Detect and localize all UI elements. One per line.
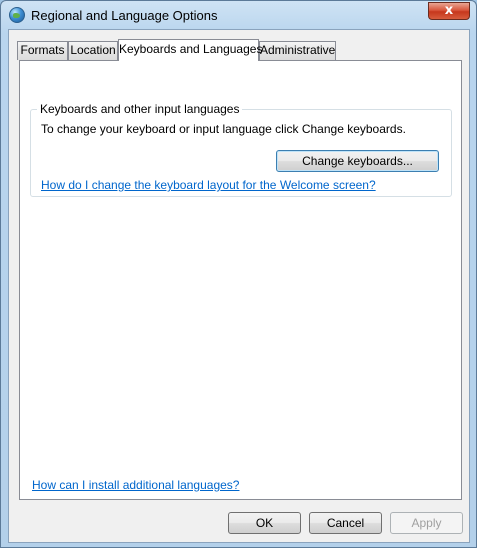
welcome-screen-help-link[interactable]: How do I change the keyboard layout for … xyxy=(41,178,376,192)
cancel-button[interactable]: Cancel xyxy=(309,512,382,534)
tab-formats[interactable]: Formats xyxy=(17,41,68,60)
window-title: Regional and Language Options xyxy=(31,8,218,23)
tab-administrative[interactable]: Administrative xyxy=(259,41,336,60)
tab-keyboards-and-languages[interactable]: Keyboards and Languages xyxy=(118,39,262,61)
ok-button[interactable]: OK xyxy=(228,512,301,534)
dialog-client-area: Formats Location Keyboards and Languages… xyxy=(8,29,470,543)
close-button[interactable]: x xyxy=(428,2,470,20)
tab-location[interactable]: Location xyxy=(68,41,118,60)
globe-icon xyxy=(9,7,25,23)
tab-panel: Keyboards and other input languages To c… xyxy=(19,60,462,500)
apply-button[interactable]: Apply xyxy=(390,512,463,534)
group-description: To change your keyboard or input languag… xyxy=(41,122,406,136)
group-caption: Keyboards and other input languages xyxy=(37,102,243,116)
change-keyboards-button[interactable]: Change keyboards... xyxy=(276,150,439,172)
keyboards-group: Keyboards and other input languages To c… xyxy=(30,102,452,197)
dialog-window: Regional and Language Options x Formats … xyxy=(0,0,477,548)
title-bar[interactable]: Regional and Language Options x xyxy=(1,1,476,29)
install-languages-link[interactable]: How can I install additional languages? xyxy=(32,478,239,492)
